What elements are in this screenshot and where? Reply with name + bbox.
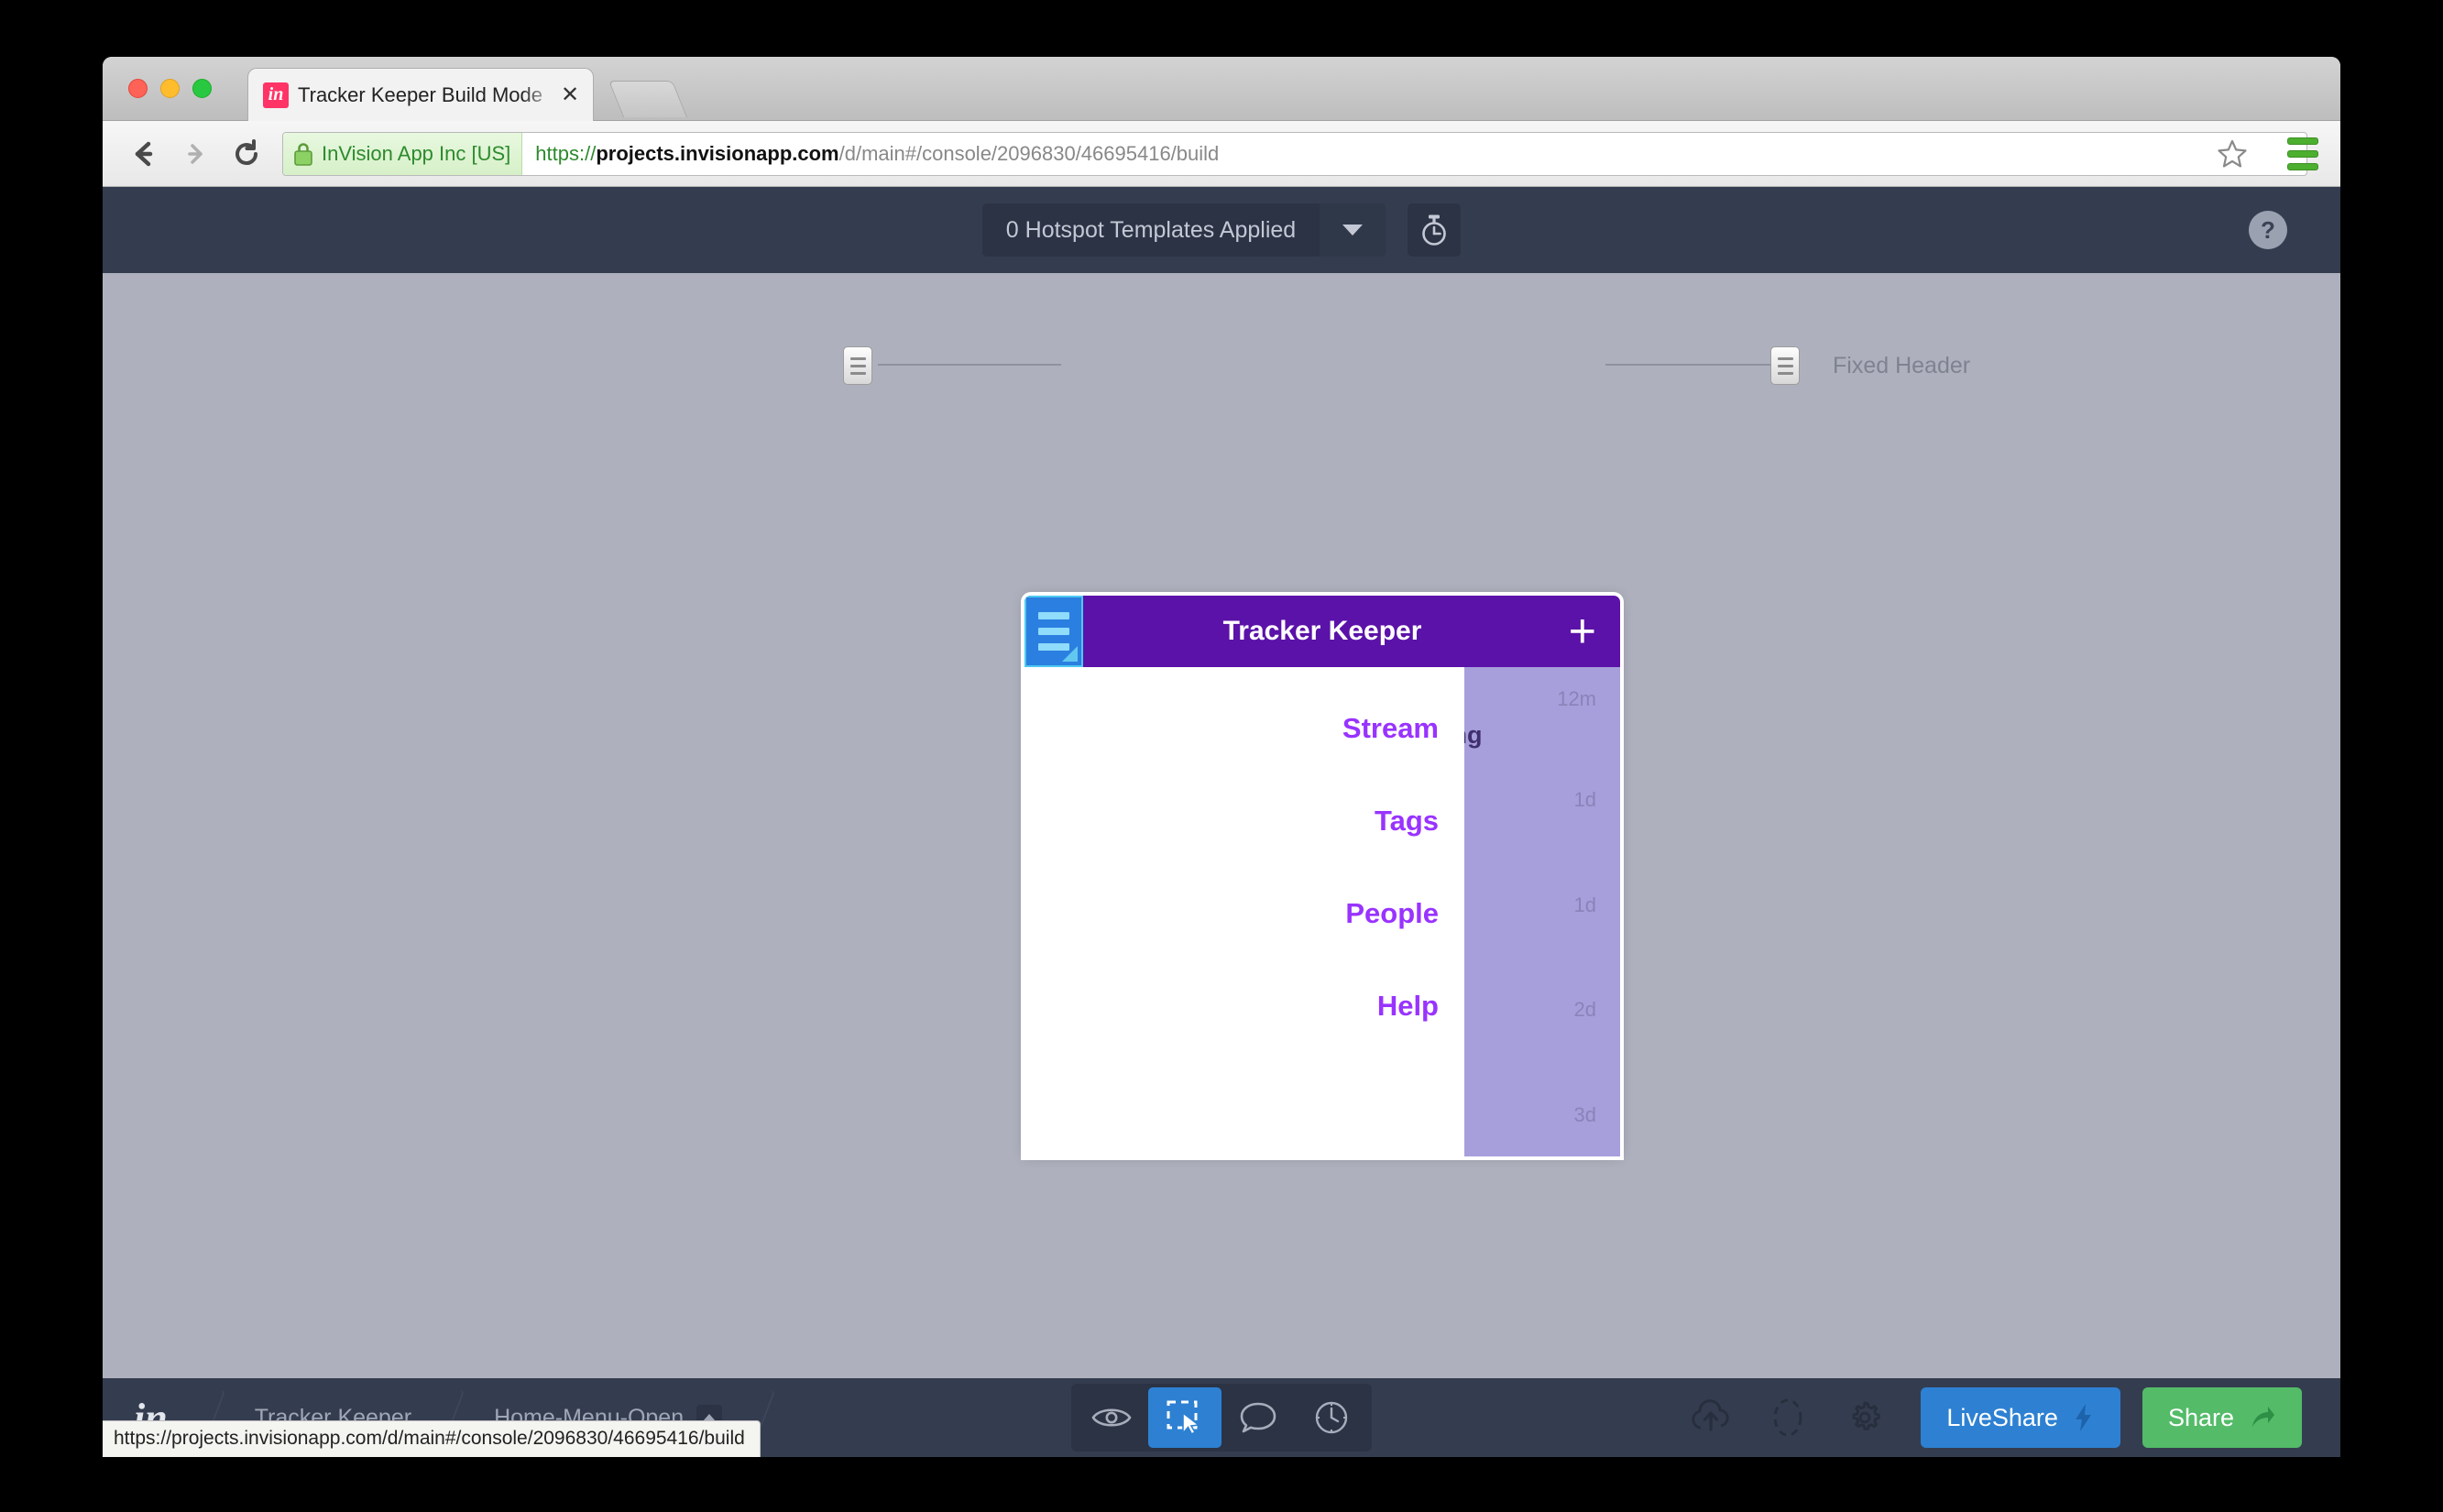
stream-text-line: full- [1464,1030,1620,1062]
stopwatch-icon[interactable] [1408,203,1461,257]
add-icon[interactable]: + [1569,608,1596,655]
prototype-screen[interactable]: Tracker Keeper + 12m and being und the 1… [1024,596,1620,1156]
lock-icon [292,141,314,167]
stream-text-line: and being [1464,719,1620,751]
guide-line-left [878,364,1061,366]
stream-timestamp: 1d [1464,788,1620,812]
tab-title: Tracker Keeper Build Mode [298,83,558,107]
window-controls [128,79,212,98]
build-mode-button[interactable] [1148,1387,1222,1448]
bottom-right-actions: LiveShare Share [1677,1387,2302,1448]
stream-text-line: y that [1464,1135,1620,1156]
hamburger-bar [1038,628,1069,635]
browser-tab[interactable]: in Tracker Keeper Build Mode ✕ [247,68,594,121]
stream-item[interactable]: 12m and being und the [1464,687,1620,784]
guide-line-right [1605,364,1780,366]
mode-tool-group [1071,1384,1372,1452]
menu-item-help[interactable]: Help [1024,959,1464,1052]
stream-text-line: ch that [1464,820,1620,852]
stream-timestamp: 12m [1464,687,1620,711]
lightning-icon [2073,1403,2095,1432]
menu-item-people[interactable]: People [1024,867,1464,959]
browser-nav-bar: InVision App Inc [US] https://projects.i… [103,121,2340,187]
hotspot-templates-dropdown[interactable]: 0 Hotspot Templates Applied [982,203,1386,257]
arrow-share-icon [2249,1405,2276,1430]
prototype-canvas: Fixed Header Tracker Keeper + [103,273,2340,1378]
security-label: InVision App Inc [US] [322,142,510,166]
url-scheme: https:// [535,142,596,165]
fixed-header-handle-left[interactable] [843,346,872,385]
history-mode-button[interactable] [1295,1387,1368,1448]
minimize-window-button[interactable] [160,79,180,98]
hamburger-bar [1038,612,1069,619]
chrome-menu-icon[interactable] [2287,137,2318,170]
stream-timestamp: 2d [1464,998,1620,1022]
chevron-down-icon[interactable] [1320,203,1386,257]
stream-text-line: und the [1464,753,1620,785]
url-host: projects.invisionapp.com [596,142,838,165]
address-bar[interactable]: InVision App Inc [US] https://projects.i… [282,132,2307,176]
menu-hamburger-hotspot[interactable] [1024,596,1083,667]
browser-tab-strip: in Tracker Keeper Build Mode ✕ [103,57,2340,121]
forward-button[interactable] [174,133,216,175]
site-security-chip[interactable]: InVision App Inc [US] [283,133,522,175]
stream-background: 12m and being und the 1d ch that had 1d … [1464,667,1620,1156]
stream-timestamp: 1d [1464,893,1620,917]
share-label: Share [2168,1404,2234,1432]
liveshare-button[interactable]: LiveShare [1921,1387,2120,1448]
eye-icon [1090,1402,1133,1433]
stream-item[interactable]: 3d y that aging [1464,1103,1620,1156]
maximize-window-button[interactable] [192,79,212,98]
gear-icon[interactable] [1831,1387,1899,1448]
stream-item[interactable]: 1d ch that had [1464,788,1620,885]
stream-item[interactable]: 2d full- ough he [1464,998,1620,1095]
invision-favicon-icon: in [263,82,289,108]
stream-text-line: ix [1464,926,1620,958]
clock-icon [1313,1399,1350,1436]
comment-mode-button[interactable] [1222,1387,1295,1448]
new-tab-button[interactable] [608,81,687,117]
preview-mode-button[interactable] [1075,1387,1148,1448]
menu-item-stream[interactable]: Stream [1024,682,1464,774]
browser-window: in Tracker Keeper Build Mode ✕ [103,57,2340,1457]
liveshare-label: LiveShare [1946,1404,2058,1432]
back-button[interactable] [123,133,165,175]
help-icon[interactable]: ? [2249,211,2287,249]
share-button[interactable]: Share [2142,1387,2302,1448]
stream-timestamp: 3d [1464,1103,1620,1127]
stream-text-line: had [1464,854,1620,886]
sync-status-icon[interactable] [1754,1387,1822,1448]
slide-out-menu: Stream Tags People Help [1024,667,1464,1156]
hotspot-select-icon [1165,1398,1205,1437]
stream-text-line: ngly [1464,959,1620,992]
url-path: /d/main#/console/2096830/46695416/build [839,142,1220,165]
reload-button[interactable] [225,133,268,175]
menu-item-tags[interactable]: Tags [1024,774,1464,867]
prototype-app-title: Tracker Keeper [1223,616,1422,647]
hotspot-templates-label: 0 Hotspot Templates Applied [982,203,1320,257]
fixed-header-guide: Fixed Header [103,346,2340,383]
comment-icon [1239,1400,1277,1435]
hotspot-resize-handle[interactable] [1062,646,1078,662]
url-text: https://projects.invisionapp.com/d/main#… [522,142,1219,166]
upload-icon[interactable] [1677,1387,1745,1448]
fixed-header-label: Fixed Header [1833,353,1970,379]
prototype-screen-body: 12m and being und the 1d ch that had 1d … [1024,667,1620,1156]
build-mode-toolbar: 0 Hotspot Templates Applied ? [103,187,2340,273]
prototype-app-header: Tracker Keeper + [1024,596,1620,667]
fixed-header-handle-right[interactable] [1770,346,1800,385]
bookmark-star-icon[interactable] [2212,134,2252,174]
link-status-bubble: https://projects.invisionapp.com/d/main#… [103,1420,761,1457]
close-tab-icon[interactable]: ✕ [558,83,582,107]
invision-app: 0 Hotspot Templates Applied ? [103,187,2340,1457]
stream-text-line: ough he [1464,1064,1620,1096]
close-window-button[interactable] [128,79,148,98]
